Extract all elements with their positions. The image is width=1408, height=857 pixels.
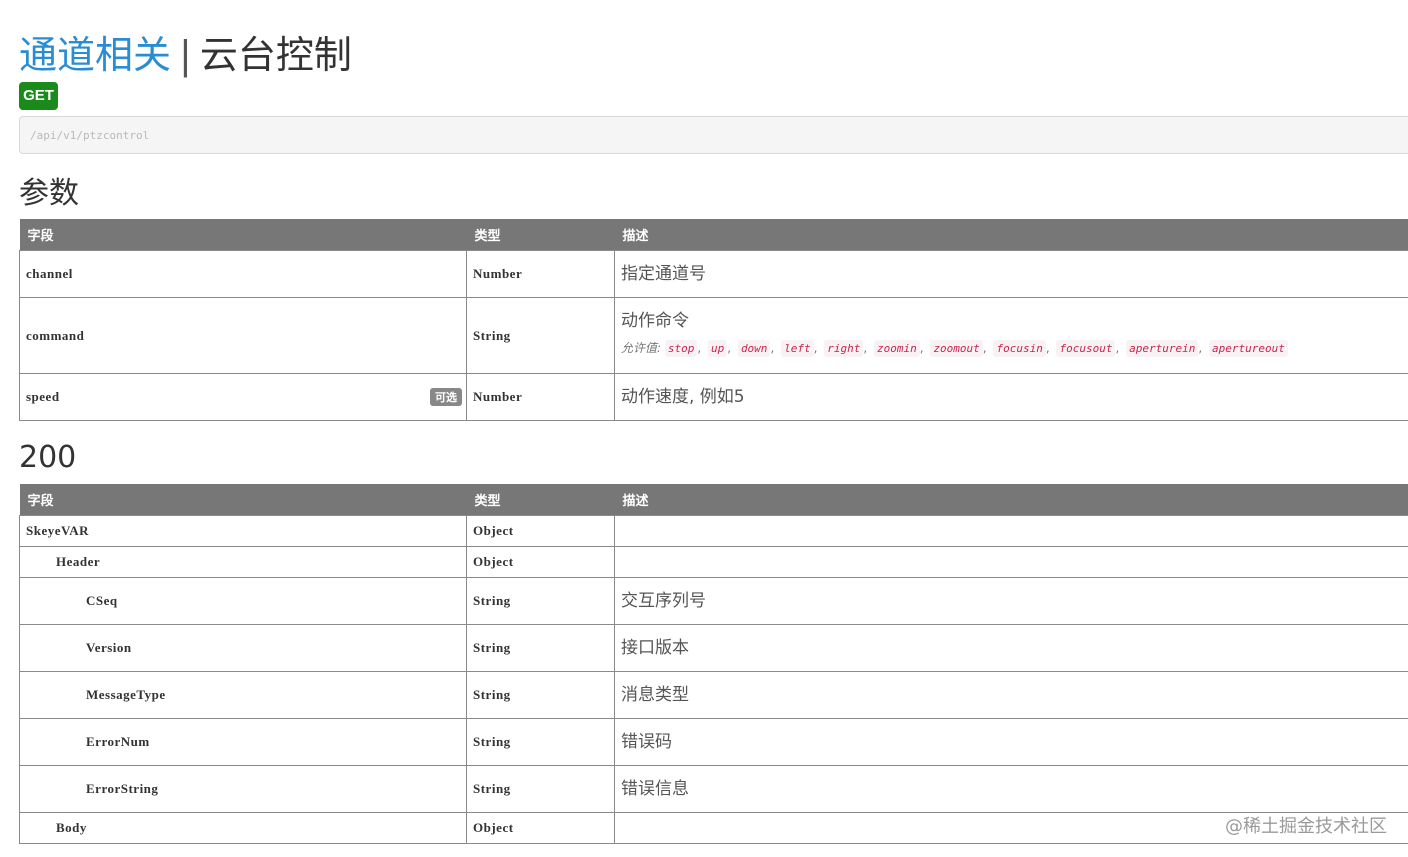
allowed-value: zoomin <box>874 340 920 357</box>
table-row: ErrorNum String 错误码 <box>19 718 1408 766</box>
table-row: speed 可选 Number 动作速度, 例如5 <box>19 373 1408 421</box>
allowed-separator: , <box>863 341 868 355</box>
allowed-value: zoomout <box>930 340 983 357</box>
endpoint-url-field[interactable]: /api/v1/ptzcontrol <box>19 116 1408 154</box>
http-method-badge: GET <box>19 82 58 110</box>
field-name: MessageType <box>86 687 166 702</box>
field-description: 消息类型 <box>614 671 1408 719</box>
site-watermark: @稀土掘金技术社区 <box>1225 816 1387 837</box>
response-table: 字段 类型 描述 SkeyeVAR Object Header Object C… <box>19 484 1408 844</box>
response-heading: 200 <box>19 440 77 475</box>
field-name: CSeq <box>86 593 118 608</box>
field-description: 接口版本 <box>614 624 1408 672</box>
allowed-value: down <box>737 340 771 357</box>
params-table-header: 字段 类型 描述 <box>19 219 1408 251</box>
allowed-value: apertureout <box>1209 340 1288 357</box>
allowed-value: right <box>824 340 864 357</box>
field-description: 动作命令 <box>621 311 689 331</box>
field-type: Number <box>466 250 615 298</box>
field-name-cell: speed 可选 <box>19 373 467 421</box>
field-type: String <box>466 671 615 719</box>
column-header-type: 类型 <box>466 484 615 516</box>
field-type: String <box>466 577 615 625</box>
allowed-separator: , <box>727 341 732 355</box>
field-name: Version <box>86 640 132 655</box>
api-name-title: 云台控制 <box>199 33 352 77</box>
title-separator: | <box>179 33 192 77</box>
field-name-wrap: speed 可选 <box>26 388 462 406</box>
field-type: String <box>466 765 615 813</box>
field-description: 错误码 <box>614 718 1408 766</box>
field-type: String <box>466 718 615 766</box>
column-header-field: 字段 <box>19 219 467 251</box>
field-name: speed <box>26 389 60 404</box>
allowed-separator: , <box>982 341 987 355</box>
allowed-value: focusin <box>993 340 1046 357</box>
field-name-cell: Version <box>19 624 467 672</box>
allowed-value: left <box>781 340 814 357</box>
table-row: channel Number 指定通道号 <box>19 250 1408 298</box>
field-name: command <box>19 297 467 374</box>
column-header-desc: 描述 <box>614 484 1408 516</box>
column-header-type: 类型 <box>466 219 615 251</box>
field-name: ErrorNum <box>86 734 150 749</box>
table-row: Header Object <box>19 546 1408 578</box>
field-type: Number <box>466 373 615 421</box>
table-row: ErrorString String 错误信息 <box>19 765 1408 813</box>
field-description <box>614 546 1408 578</box>
allowed-separator: , <box>697 341 702 355</box>
optional-badge: 可选 <box>430 388 462 406</box>
field-description: 交互序列号 <box>614 577 1408 625</box>
field-type: String <box>466 624 615 672</box>
field-name: ErrorString <box>86 781 159 796</box>
field-type: Object <box>466 812 615 844</box>
allowed-values-label: 允许值: <box>621 341 662 355</box>
field-type: Object <box>466 515 615 547</box>
table-row: command String 动作命令 允许值: stop, up, down,… <box>19 297 1408 374</box>
column-header-desc: 描述 <box>614 219 1408 251</box>
table-row: SkeyeVAR Object <box>19 515 1408 547</box>
column-header-field: 字段 <box>19 484 467 516</box>
field-description <box>614 515 1408 547</box>
allowed-separator: , <box>1198 341 1203 355</box>
field-description-cell: 动作命令 允许值: stop, up, down, left, right, z… <box>614 297 1408 374</box>
field-name: Header <box>56 554 101 569</box>
page-title: 通道相关 | 云台控制 <box>19 30 352 80</box>
allowed-value: focusout <box>1056 340 1116 357</box>
field-name-cell: SkeyeVAR <box>19 515 467 547</box>
field-name: SkeyeVAR <box>26 523 89 538</box>
field-name-cell: ErrorNum <box>19 718 467 766</box>
table-row: CSeq String 交互序列号 <box>19 577 1408 625</box>
params-heading: 参数 <box>19 176 79 211</box>
field-type: String <box>466 297 615 374</box>
allowed-separator: , <box>1115 341 1120 355</box>
field-name-cell: Header <box>19 546 467 578</box>
response-table-header: 字段 类型 描述 <box>19 484 1408 516</box>
field-name: Body <box>56 820 87 835</box>
allowed-values-line: 允许值: stop, up, down, left, right, zoomin… <box>621 339 1403 357</box>
field-name-cell: MessageType <box>19 671 467 719</box>
api-doc-page: 通道相关 | 云台控制 GET /api/v1/ptzcontrol 参数 字段 类… <box>19 0 1408 857</box>
field-description: 错误信息 <box>614 765 1408 813</box>
field-name: channel <box>19 250 467 298</box>
allowed-value: up <box>708 340 728 357</box>
field-description: 动作速度, 例如5 <box>614 373 1408 421</box>
table-row: MessageType String 消息类型 <box>19 671 1408 719</box>
allowed-value: aperturein <box>1126 340 1199 357</box>
field-name-cell: Body <box>19 812 467 844</box>
params-table: 字段 类型 描述 channel Number 指定通道号 command St… <box>19 219 1408 421</box>
field-name-cell: ErrorString <box>19 765 467 813</box>
allowed-separator: , <box>919 341 924 355</box>
field-name-cell: CSeq <box>19 577 467 625</box>
allowed-separator: , <box>813 341 818 355</box>
field-type: Object <box>466 546 615 578</box>
allowed-separator: , <box>770 341 775 355</box>
allowed-value: stop <box>664 340 698 357</box>
allowed-separator: , <box>1045 341 1050 355</box>
field-description: 指定通道号 <box>614 250 1408 298</box>
table-row: Version String 接口版本 <box>19 624 1408 672</box>
api-group-title: 通道相关 <box>19 33 172 77</box>
table-row: Body Object <box>19 812 1408 844</box>
